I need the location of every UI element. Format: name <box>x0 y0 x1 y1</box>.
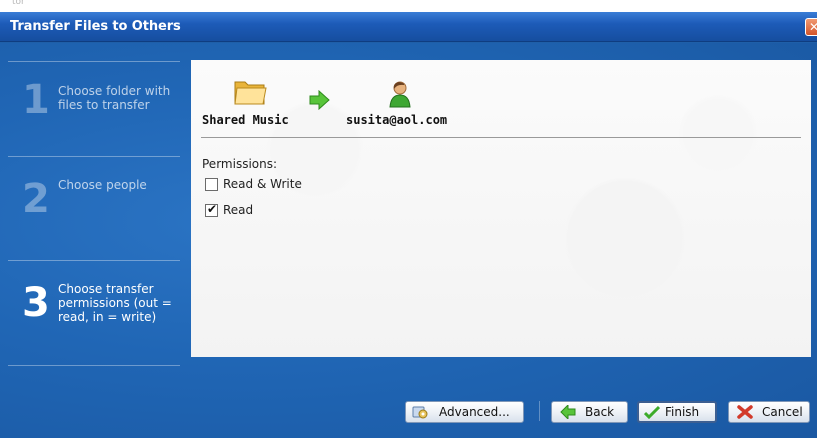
background-text: tor <box>12 0 25 7</box>
step-label: Choose people <box>58 178 147 192</box>
divider <box>201 137 801 138</box>
button-label: Finish <box>665 405 700 419</box>
button-label: Advanced... <box>439 405 510 419</box>
step-divider <box>8 365 180 366</box>
settings-icon <box>412 406 428 419</box>
read-write-checkbox[interactable] <box>205 178 218 191</box>
permissions-title: Permissions: <box>202 157 278 171</box>
step-2: 2 Choose people <box>8 156 180 260</box>
step-number: 3 <box>22 280 50 326</box>
recipient-label: susita@aol.com <box>346 113 448 127</box>
wizard-steps: 1 Choose folder with files to transfer 2… <box>8 55 180 366</box>
back-button[interactable]: Back <box>551 401 628 423</box>
cancel-button[interactable]: Cancel <box>728 401 810 423</box>
button-label: Back <box>585 405 615 419</box>
background-strip: tor <box>0 0 817 12</box>
title-bar[interactable]: Transfer Files to Others ✕ <box>0 12 817 42</box>
arrow-left-icon <box>560 405 576 419</box>
checkmark-icon <box>644 405 660 419</box>
content-panel: Shared Music susita@aol.com Permissions:… <box>191 60 811 357</box>
step-3: 3 Choose transfer permissions (out = rea… <box>8 260 180 365</box>
button-separator <box>539 401 540 421</box>
advanced-button[interactable]: Advanced... <box>405 401 524 423</box>
step-label: Choose transfer permissions (out = read,… <box>58 282 172 324</box>
source-folder-label: Shared Music <box>202 113 289 127</box>
step-label: Choose folder with files to transfer <box>58 84 171 112</box>
transfer-dialog: Transfer Files to Others ✕ 1 Choose fold… <box>0 12 817 438</box>
folder-icon <box>234 81 267 105</box>
close-button[interactable]: ✕ <box>805 18 817 36</box>
finish-button[interactable]: Finish <box>637 401 717 423</box>
arrow-right-icon <box>309 90 330 110</box>
checkmark-icon: ✔ <box>207 202 218 216</box>
checkbox-label: Read & Write <box>223 177 302 191</box>
step-1: 1 Choose folder with files to transfer <box>8 61 180 156</box>
read-checkbox[interactable]: ✔ <box>205 202 218 217</box>
button-label: Cancel <box>762 405 803 419</box>
cancel-x-icon <box>737 405 753 419</box>
checkbox-label: Read <box>223 203 254 217</box>
step-number: 2 <box>22 176 50 222</box>
window-title: Transfer Files to Others <box>10 19 181 34</box>
step-number: 1 <box>22 77 50 123</box>
person-icon <box>389 81 411 108</box>
